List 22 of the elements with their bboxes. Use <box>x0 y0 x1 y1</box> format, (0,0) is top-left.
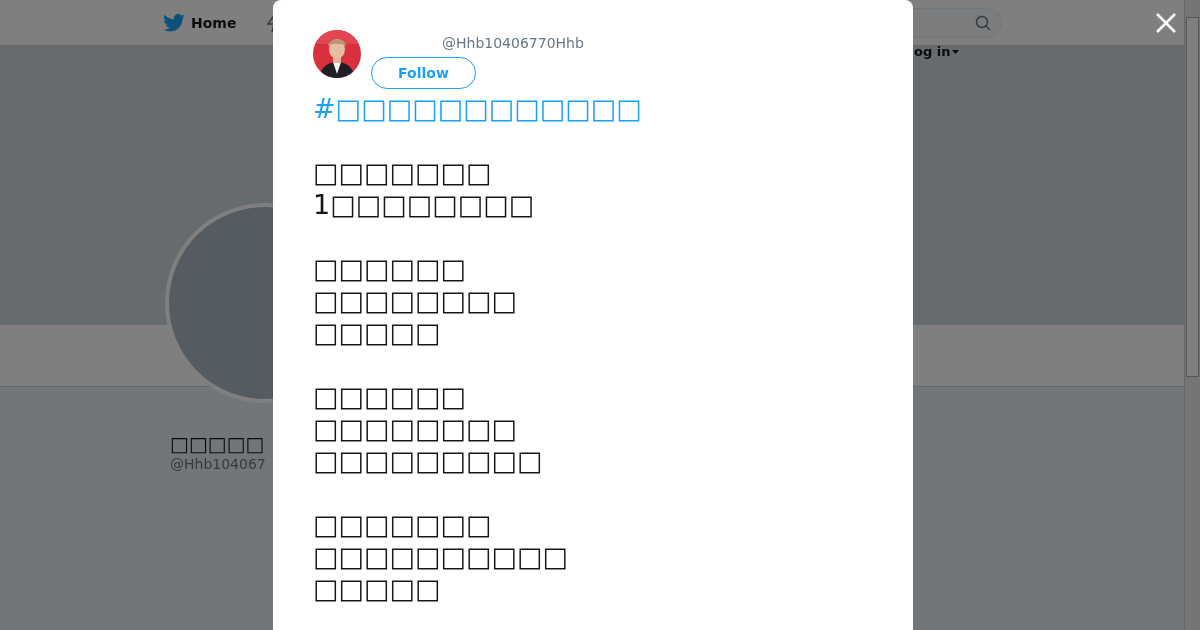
home-link[interactable]: Home <box>163 13 237 32</box>
tweet-text-line: □□□□□□□□□ <box>313 445 543 477</box>
tweet-text-line: □□□□□□□ <box>313 157 492 189</box>
tweet-text-line: □□□□□□ <box>313 253 467 285</box>
search-icon <box>975 14 991 31</box>
profile-handle: @Hhb104067 <box>170 456 266 472</box>
tweet-text-line: □□□□□ <box>313 317 441 349</box>
tweet-text-line: □□□□□□ <box>313 381 467 413</box>
tweet-text-line: □□□□□□□□ <box>313 285 518 317</box>
scrollbar[interactable] <box>1184 0 1200 630</box>
tweet-text-line: □□□□□□□□□□ <box>313 541 569 573</box>
profile-name: □□□□□ <box>170 432 265 456</box>
tweet-text-line: □□□□□ <box>313 573 441 605</box>
login-link[interactable]: og in <box>914 44 960 59</box>
hashtag-link[interactable]: #□□□□□□□□□□□□ <box>313 93 873 125</box>
caret-icon <box>952 49 960 54</box>
tweet-text-line: □□□□□□□□ <box>313 413 518 445</box>
bird-icon <box>163 13 185 32</box>
tweet-text-line: 1□□□□□□□□ <box>313 189 535 221</box>
tweet-text-line: □□□□□□□ <box>313 509 492 541</box>
user-handle: @Hhb10406770Hhb <box>442 35 584 51</box>
follow-button[interactable]: Follow <box>371 57 476 89</box>
